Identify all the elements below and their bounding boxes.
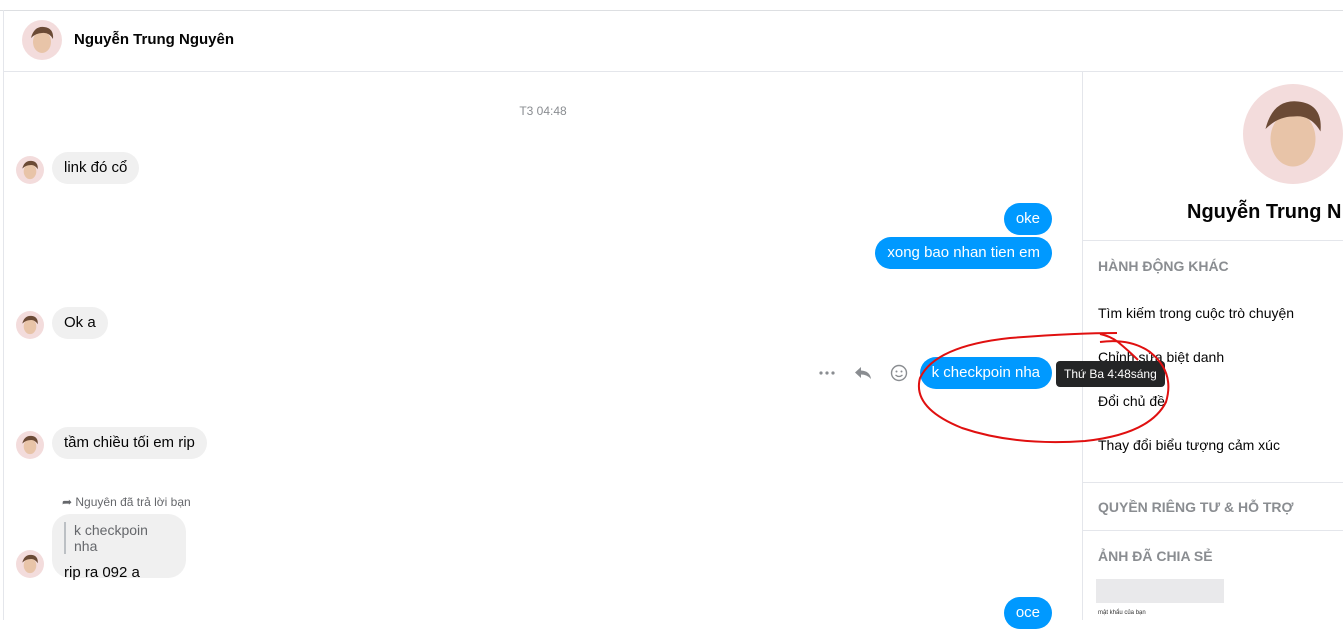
action-search-in-conversation[interactable]: Tìm kiếm trong cuộc trò chuyện [1098,305,1294,321]
message-time-tooltip: Thứ Ba 4:48sáng [1056,361,1165,387]
divider [1083,530,1343,531]
incoming-message[interactable]: tầm chiều tối em rip [52,427,207,459]
divider [1083,240,1343,241]
more-icon[interactable] [816,362,838,384]
avatar-image-icon [1243,84,1343,184]
outgoing-message[interactable]: oce [1003,597,1052,629]
section-title-shared-photos[interactable]: ẢNH ĐÃ CHIA SẺ [1098,548,1213,564]
outgoing-message-highlighted[interactable]: k checkpoin nha [919,357,1052,389]
outgoing-message[interactable]: oke [1003,203,1052,235]
divider [1083,482,1343,483]
avatar-image-icon [22,20,62,60]
avatar-image-icon [16,431,44,459]
header-avatar[interactable] [22,20,62,60]
sender-avatar[interactable] [16,311,44,339]
conversation-header: Nguyễn Trung Nguyên [4,11,1343,72]
sidebar-contact-name: Nguyễn Trung N [1187,201,1342,223]
reply-message[interactable]: k checkpoin nha rip ra 092 a [52,514,186,581]
reply-note-text: Nguyên đã trả lời bạn [75,495,191,509]
avatar-image-icon [16,311,44,339]
section-title-privacy[interactable]: QUYỀN RIÊNG TƯ & HỖ TRỢ [1098,499,1293,515]
incoming-message[interactable]: link đó cổ [52,152,140,184]
section-title-more-actions[interactable]: HÀNH ĐỘNG KHÁC [1098,258,1229,274]
outgoing-message[interactable]: xong bao nhan tien em [875,237,1052,269]
reply-note: ➦ Nguyên đã trả lời bạn [62,495,191,509]
emoji-icon[interactable] [888,362,910,384]
reply-icon[interactable] [852,362,874,384]
shared-photo-caption: mật khẩu của bạn [1098,610,1146,616]
avatar-image-icon [16,550,44,578]
sender-avatar[interactable] [16,156,44,184]
reply-arrow-icon: ➦ [62,495,76,509]
conversation-info-sidebar: Nguyễn Trung N HÀNH ĐỘNG KHÁC Tìm kiếm t… [1082,72,1343,620]
messenger-window: Nguyễn Trung Nguyên T3 04:48 link đó cổ … [0,0,1343,629]
message-timestamp: T3 04:48 [519,104,567,118]
sender-avatar[interactable] [16,550,44,578]
reply-text: rip ra 092 a [64,564,140,581]
sender-avatar[interactable] [16,431,44,459]
shared-photo-thumbnail[interactable] [1096,579,1224,603]
reply-quote: k checkpoin nha [64,522,174,554]
action-change-theme[interactable]: Đổi chủ đề [1098,393,1165,409]
sidebar-avatar[interactable] [1243,84,1343,184]
header-contact-name[interactable]: Nguyễn Trung Nguyên [74,31,234,48]
message-list[interactable]: T3 04:48 link đó cổ oke xong bao nhan ti… [4,72,1082,629]
avatar-image-icon [16,156,44,184]
action-change-emoji[interactable]: Thay đổi biểu tượng cảm xúc [1098,437,1280,453]
message-actions [816,362,910,384]
incoming-message[interactable]: Ok a [52,307,108,339]
